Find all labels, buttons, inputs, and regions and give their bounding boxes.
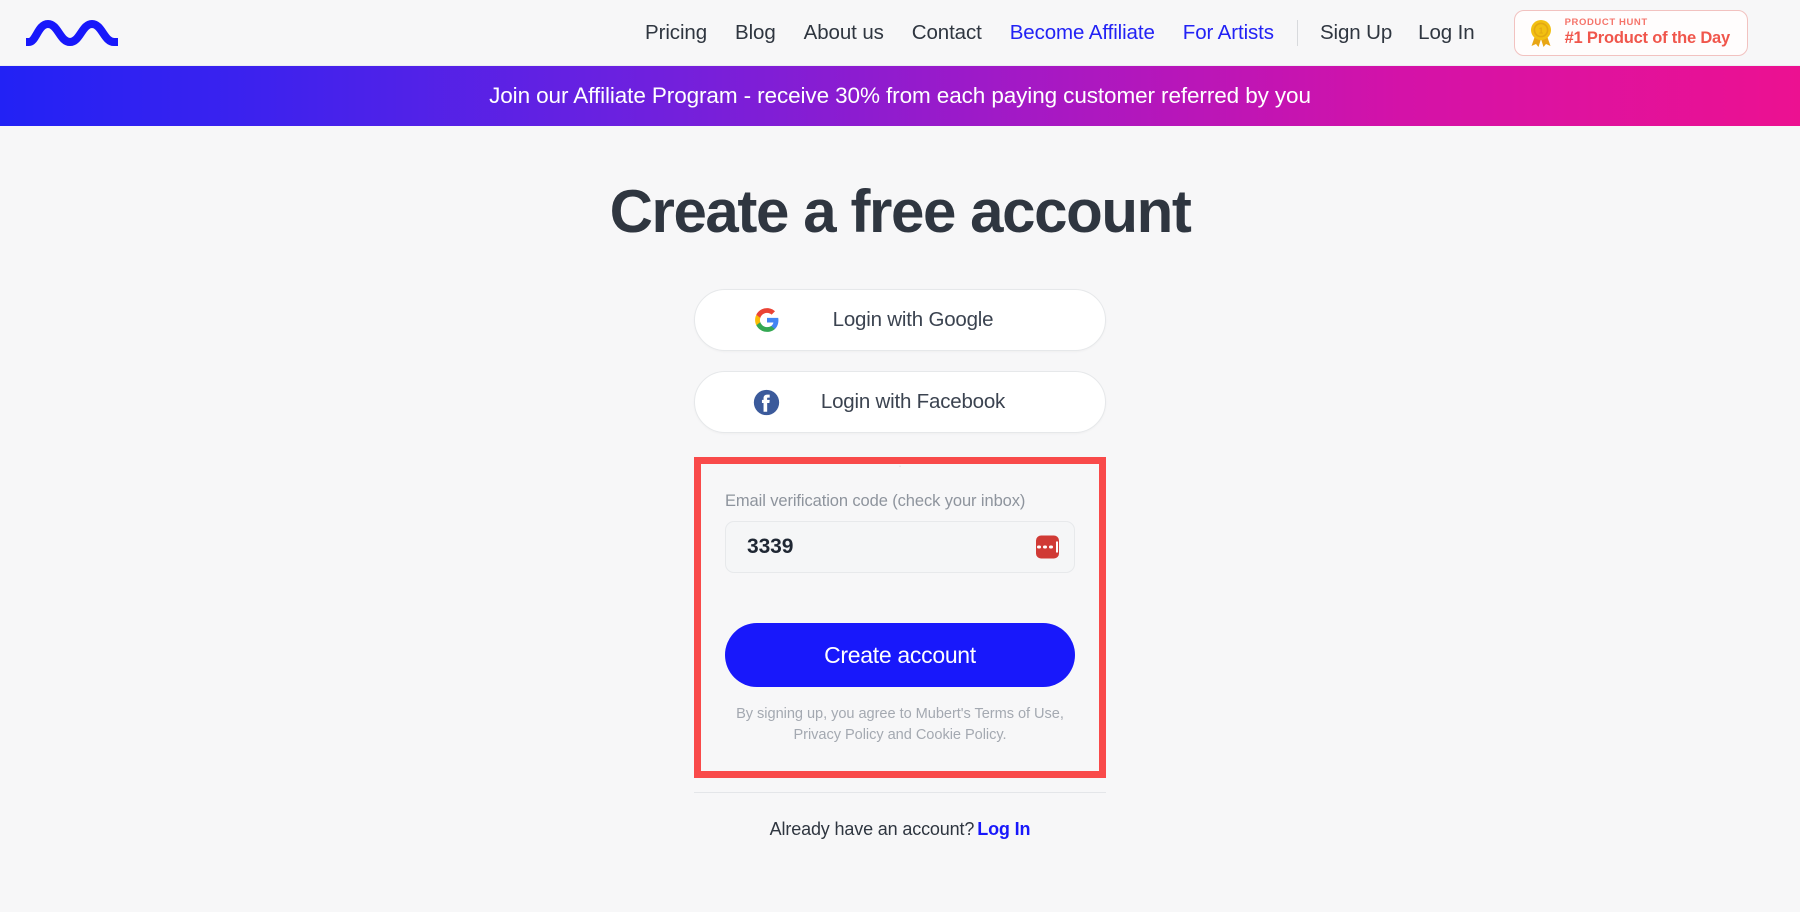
lastpass-autofill-icon[interactable]: [1036, 535, 1059, 559]
facebook-icon: [753, 389, 780, 416]
form-divider: [694, 792, 1106, 794]
product-hunt-badge[interactable]: 1 PRODUCT HUNT #1 Product of the Day: [1513, 9, 1748, 56]
affiliate-banner[interactable]: Join our Affiliate Program - receive 30%…: [0, 66, 1800, 126]
existing-account-prompt: Already have an account?: [769, 819, 975, 840]
dot-2: [1043, 545, 1047, 549]
terms-line-2: Privacy Policy and Cookie Policy.: [793, 726, 1007, 743]
sign-up-link[interactable]: Sign Up: [1307, 21, 1405, 45]
nav-item-pricing[interactable]: Pricing: [631, 21, 721, 45]
svg-text:1: 1: [1538, 26, 1543, 35]
wave-logo-icon: [26, 19, 118, 46]
verification-highlight-box: · Email verification code (check your in…: [694, 457, 1106, 779]
login-with-facebook-button[interactable]: Login with Facebook: [694, 371, 1106, 433]
terms-line-1: By signing up, you agree to Mubert's Ter…: [736, 706, 1064, 722]
product-hunt-kicker: PRODUCT HUNT: [1564, 16, 1648, 28]
page-title: Create a free account: [609, 178, 1192, 245]
occluded-element: ·: [897, 458, 903, 473]
mubert-wave-logo[interactable]: [26, 16, 122, 50]
google-icon: [753, 307, 780, 334]
terms-text: By signing up, you agree to Mubert's Ter…: [725, 704, 1075, 745]
create-account-button[interactable]: Create account: [725, 623, 1075, 687]
verification-code-row: [725, 521, 1075, 573]
login-with-google-button[interactable]: Login with Google: [694, 289, 1106, 351]
nav-item-contact[interactable]: Contact: [898, 21, 996, 45]
nav-item-blog[interactable]: Blog: [721, 21, 790, 45]
main-navigation: Pricing Blog About us Contact Become Aff…: [631, 9, 1748, 56]
nav-item-for-artists[interactable]: For Artists: [1169, 21, 1288, 45]
product-hunt-text: PRODUCT HUNT #1 Product of the Day: [1564, 16, 1731, 49]
footer-log-in-link[interactable]: Log In: [977, 819, 1030, 839]
main-content: Create a free account Login with Google: [0, 126, 1800, 912]
product-hunt-title: #1 Product of the Day: [1564, 28, 1731, 47]
log-in-link[interactable]: Log In: [1405, 21, 1487, 45]
caret-line: [1056, 541, 1058, 553]
dot-1: [1037, 545, 1041, 549]
medal-icon: 1: [1530, 19, 1551, 47]
existing-account-row: Already have an account? Log In: [694, 819, 1106, 840]
site-header: Pricing Blog About us Contact Become Aff…: [0, 0, 1800, 66]
affiliate-banner-text: Join our Affiliate Program - receive 30%…: [489, 83, 1311, 108]
nav-item-become-affiliate[interactable]: Become Affiliate: [996, 21, 1169, 45]
nav-item-about-us[interactable]: About us: [790, 21, 898, 45]
verification-code-input[interactable]: [725, 521, 1075, 573]
signup-form: Login with Google Login with Facebook · …: [694, 289, 1106, 840]
nav-divider: [1296, 19, 1298, 46]
dot-3: [1049, 545, 1053, 549]
verification-code-label: Email verification code (check your inbo…: [725, 492, 1026, 510]
